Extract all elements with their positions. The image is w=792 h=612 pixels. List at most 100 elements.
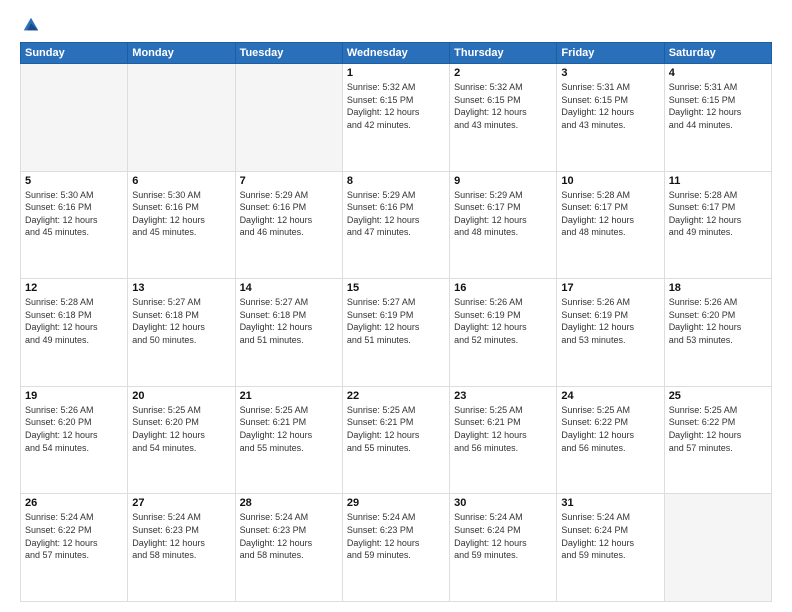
day-number: 16 (454, 282, 552, 294)
calendar-cell: 20 Sunrise: 5:25 AM Sunset: 6:20 PM Dayli… (128, 386, 235, 494)
day-info: Sunrise: 5:24 AM Sunset: 6:24 PM Dayligh… (454, 511, 552, 561)
calendar-cell: 11Sunrise: 5:28 AM Sunset: 6:17 PM Dayli… (664, 171, 771, 279)
calendar-week-row: 1 Sunrise: 5:32 AM Sunset: 6:15 PM Daylig… (21, 64, 772, 172)
day-number: 23 (454, 390, 552, 402)
day-info: Sunrise: 5:30 AM Sunset: 6:16 PM Dayligh… (25, 189, 123, 239)
day-info: Sunrise: 5:29 AM Sunset: 6:16 PM Dayligh… (347, 189, 445, 239)
day-info: Sunrise: 5:24 AM Sunset: 6:23 PM Dayligh… (347, 511, 445, 561)
day-info: Sunrise: 5:24 AM Sunset: 6:23 PM Dayligh… (132, 511, 230, 561)
day-info: Sunrise: 5:30 AM Sunset: 6:16 PM Dayligh… (132, 189, 230, 239)
day-info: Sunrise: 5:31 AM Sunset: 6:15 PM Dayligh… (561, 81, 659, 131)
day-info: Sunrise: 5:26 AM Sunset: 6:20 PM Dayligh… (25, 404, 123, 454)
calendar-cell: 13 Sunrise: 5:27 AM Sunset: 6:18 PM Dayli… (128, 279, 235, 387)
calendar-header-tuesday: Tuesday (235, 43, 342, 64)
day-info: Sunrise: 5:32 AM Sunset: 6:15 PM Dayligh… (454, 81, 552, 131)
day-number: 5 (25, 175, 123, 187)
day-info: Sunrise: 5:25 AM Sunset: 6:22 PM Dayligh… (669, 404, 767, 454)
calendar-cell: 28 Sunrise: 5:24 AM Sunset: 6:23 PM Dayli… (235, 494, 342, 602)
day-number: 10 (561, 175, 659, 187)
calendar-cell: 16 Sunrise: 5:26 AM Sunset: 6:19 PM Dayli… (450, 279, 557, 387)
calendar-header-saturday: Saturday (664, 43, 771, 64)
calendar-header-monday: Monday (128, 43, 235, 64)
calendar-cell: 14 Sunrise: 5:27 AM Sunset: 6:18 PM Dayli… (235, 279, 342, 387)
day-number: 30 (454, 497, 552, 509)
day-info: Sunrise: 5:26 AM Sunset: 6:20 PM Dayligh… (669, 296, 767, 346)
calendar-cell: 21Sunrise: 5:25 AM Sunset: 6:21 PM Dayli… (235, 386, 342, 494)
calendar-cell (128, 64, 235, 172)
calendar-week-row: 5 Sunrise: 5:30 AM Sunset: 6:16 PM Daylig… (21, 171, 772, 279)
calendar-header-sunday: Sunday (21, 43, 128, 64)
header (20, 16, 772, 34)
calendar-header-thursday: Thursday (450, 43, 557, 64)
calendar-cell: 26 Sunrise: 5:24 AM Sunset: 6:22 PM Dayli… (21, 494, 128, 602)
day-number: 1 (347, 67, 445, 79)
calendar-header-wednesday: Wednesday (342, 43, 449, 64)
calendar-cell: 1 Sunrise: 5:32 AM Sunset: 6:15 PM Daylig… (342, 64, 449, 172)
day-number: 17 (561, 282, 659, 294)
calendar-week-row: 19 Sunrise: 5:26 AM Sunset: 6:20 PM Dayli… (21, 386, 772, 494)
calendar-cell: 12 Sunrise: 5:28 AM Sunset: 6:18 PM Dayli… (21, 279, 128, 387)
day-number: 15 (347, 282, 445, 294)
day-number: 21 (240, 390, 338, 402)
day-number: 12 (25, 282, 123, 294)
day-number: 28 (240, 497, 338, 509)
day-info: Sunrise: 5:24 AM Sunset: 6:23 PM Dayligh… (240, 511, 338, 561)
day-info: Sunrise: 5:27 AM Sunset: 6:18 PM Dayligh… (240, 296, 338, 346)
calendar-cell: 19 Sunrise: 5:26 AM Sunset: 6:20 PM Dayli… (21, 386, 128, 494)
day-number: 11 (669, 175, 767, 187)
calendar-cell (21, 64, 128, 172)
day-info: Sunrise: 5:25 AM Sunset: 6:20 PM Dayligh… (132, 404, 230, 454)
day-number: 2 (454, 67, 552, 79)
calendar-cell: 18 Sunrise: 5:26 AM Sunset: 6:20 PM Dayli… (664, 279, 771, 387)
day-info: Sunrise: 5:25 AM Sunset: 6:21 PM Dayligh… (454, 404, 552, 454)
day-number: 7 (240, 175, 338, 187)
calendar-cell: 6 Sunrise: 5:30 AM Sunset: 6:16 PM Daylig… (128, 171, 235, 279)
logo (20, 16, 40, 34)
calendar-cell: 7Sunrise: 5:29 AM Sunset: 6:16 PM Daylig… (235, 171, 342, 279)
day-info: Sunrise: 5:28 AM Sunset: 6:18 PM Dayligh… (25, 296, 123, 346)
day-number: 9 (454, 175, 552, 187)
calendar-cell: 22Sunrise: 5:25 AM Sunset: 6:21 PM Dayli… (342, 386, 449, 494)
calendar-table: SundayMondayTuesdayWednesdayThursdayFrid… (20, 42, 772, 602)
day-info: Sunrise: 5:25 AM Sunset: 6:22 PM Dayligh… (561, 404, 659, 454)
calendar-cell: 31Sunrise: 5:24 AM Sunset: 6:24 PM Dayli… (557, 494, 664, 602)
day-number: 4 (669, 67, 767, 79)
day-number: 3 (561, 67, 659, 79)
day-info: Sunrise: 5:26 AM Sunset: 6:19 PM Dayligh… (454, 296, 552, 346)
calendar-cell: 27 Sunrise: 5:24 AM Sunset: 6:23 PM Dayli… (128, 494, 235, 602)
calendar-week-row: 12 Sunrise: 5:28 AM Sunset: 6:18 PM Dayli… (21, 279, 772, 387)
day-number: 19 (25, 390, 123, 402)
day-number: 25 (669, 390, 767, 402)
day-number: 26 (25, 497, 123, 509)
page: SundayMondayTuesdayWednesdayThursdayFrid… (0, 0, 792, 612)
calendar-cell: 4Sunrise: 5:31 AM Sunset: 6:15 PM Daylig… (664, 64, 771, 172)
calendar-cell: 9 Sunrise: 5:29 AM Sunset: 6:17 PM Daylig… (450, 171, 557, 279)
day-info: Sunrise: 5:32 AM Sunset: 6:15 PM Dayligh… (347, 81, 445, 131)
calendar-cell: 2 Sunrise: 5:32 AM Sunset: 6:15 PM Daylig… (450, 64, 557, 172)
day-info: Sunrise: 5:24 AM Sunset: 6:22 PM Dayligh… (25, 511, 123, 561)
day-number: 27 (132, 497, 230, 509)
calendar-week-row: 26 Sunrise: 5:24 AM Sunset: 6:22 PM Dayli… (21, 494, 772, 602)
calendar-header-row: SundayMondayTuesdayWednesdayThursdayFrid… (21, 43, 772, 64)
calendar-cell: 10 Sunrise: 5:28 AM Sunset: 6:17 PM Dayli… (557, 171, 664, 279)
day-info: Sunrise: 5:28 AM Sunset: 6:17 PM Dayligh… (561, 189, 659, 239)
day-number: 18 (669, 282, 767, 294)
calendar-cell: 29 Sunrise: 5:24 AM Sunset: 6:23 PM Dayli… (342, 494, 449, 602)
calendar-cell: 15Sunrise: 5:27 AM Sunset: 6:19 PM Dayli… (342, 279, 449, 387)
calendar-cell: 23 Sunrise: 5:25 AM Sunset: 6:21 PM Dayli… (450, 386, 557, 494)
day-number: 6 (132, 175, 230, 187)
day-number: 13 (132, 282, 230, 294)
day-info: Sunrise: 5:24 AM Sunset: 6:24 PM Dayligh… (561, 511, 659, 561)
day-number: 29 (347, 497, 445, 509)
day-info: Sunrise: 5:29 AM Sunset: 6:17 PM Dayligh… (454, 189, 552, 239)
day-number: 8 (347, 175, 445, 187)
calendar-cell: 3 Sunrise: 5:31 AM Sunset: 6:15 PM Daylig… (557, 64, 664, 172)
day-number: 14 (240, 282, 338, 294)
calendar-cell: 5 Sunrise: 5:30 AM Sunset: 6:16 PM Daylig… (21, 171, 128, 279)
day-number: 20 (132, 390, 230, 402)
day-info: Sunrise: 5:27 AM Sunset: 6:18 PM Dayligh… (132, 296, 230, 346)
calendar-cell (235, 64, 342, 172)
calendar-cell: 25 Sunrise: 5:25 AM Sunset: 6:22 PM Dayli… (664, 386, 771, 494)
day-info: Sunrise: 5:26 AM Sunset: 6:19 PM Dayligh… (561, 296, 659, 346)
calendar-cell: 8 Sunrise: 5:29 AM Sunset: 6:16 PM Daylig… (342, 171, 449, 279)
